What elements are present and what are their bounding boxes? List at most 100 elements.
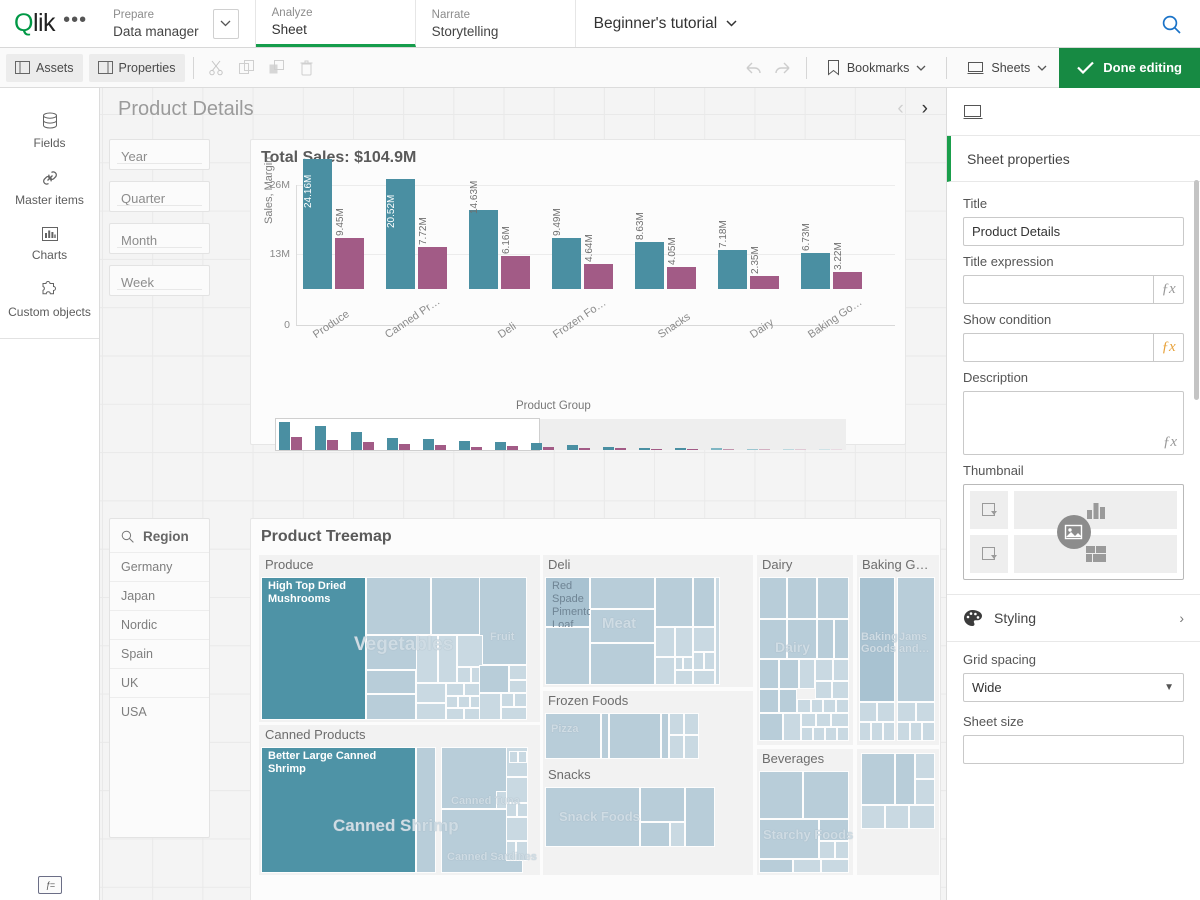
treemap-tile[interactable] (834, 619, 849, 659)
treemap-tile[interactable] (833, 659, 849, 681)
treemap-tile[interactable] (895, 753, 915, 805)
list-item[interactable]: UK (110, 668, 209, 697)
treemap-tile[interactable] (501, 693, 514, 707)
treemap-tile[interactable] (825, 727, 837, 741)
treemap-tile[interactable] (909, 805, 935, 829)
image-icon[interactable] (1057, 515, 1091, 549)
treemap-tile[interactable] (514, 693, 527, 707)
treemap-tile[interactable] (479, 693, 501, 720)
region-header[interactable]: Region (110, 519, 209, 552)
bar-margin-0[interactable] (335, 238, 364, 289)
treemap-tile[interactable] (683, 657, 693, 670)
treemap-tile[interactable] (675, 670, 693, 685)
treemap-tile[interactable] (816, 713, 831, 727)
treemap-tile[interactable] (518, 751, 527, 763)
treemap-tile[interactable] (693, 670, 715, 685)
treemap-tile[interactable] (446, 696, 458, 708)
treemap-tile[interactable] (915, 753, 935, 779)
treemap-tile[interactable] (801, 713, 816, 727)
treemap-tile[interactable] (675, 627, 693, 657)
treemap-tile[interactable] (715, 577, 720, 685)
sheets-dropdown[interactable]: Sheets (955, 48, 1059, 88)
expression-editor-icon[interactable]: ƒ= (38, 876, 62, 894)
styling-row[interactable]: Styling › (947, 594, 1200, 642)
treemap-tile[interactable] (817, 577, 849, 619)
app-name-dropdown[interactable]: Beginner's tutorial (576, 0, 756, 47)
properties-button[interactable]: Properties (89, 54, 185, 82)
show-condition-input[interactable] (963, 333, 1153, 362)
treemap-tile[interactable] (693, 627, 715, 652)
treemap-tile[interactable] (693, 652, 704, 670)
treemap-tile[interactable] (759, 659, 779, 689)
treemap-tile[interactable] (832, 681, 849, 699)
treemap-tile[interactable] (590, 643, 655, 685)
treemap-tile[interactable] (479, 665, 509, 693)
sidebar-item-master-items[interactable]: Master items (0, 159, 99, 216)
treemap-tile[interactable] (831, 713, 849, 727)
treemap-tile[interactable] (366, 577, 431, 635)
chevron-right-icon[interactable]: › (922, 98, 928, 120)
treemap-tile[interactable] (509, 680, 527, 693)
treemap-tile[interactable] (458, 696, 470, 708)
chart-scrollbar[interactable] (275, 419, 846, 450)
thumbnail-preview[interactable] (963, 484, 1184, 580)
bar-margin-3[interactable] (584, 264, 613, 289)
search-icon[interactable] (1156, 9, 1186, 39)
nav-prepare[interactable]: Prepare Data manager (97, 0, 256, 47)
treemap-tile[interactable] (803, 771, 849, 819)
treemap-tile[interactable] (661, 713, 669, 759)
bar-margin-4[interactable] (667, 267, 696, 289)
treemap-tile[interactable] (787, 577, 817, 619)
treemap-tile[interactable] (366, 694, 416, 720)
scissors-icon[interactable] (202, 54, 232, 82)
treemap-tile[interactable] (922, 722, 935, 741)
sidebar-item-charts[interactable]: Charts (0, 216, 99, 271)
treemap-tile[interactable] (416, 747, 436, 873)
treemap-tile[interactable] (684, 713, 699, 735)
treemap-tile[interactable] (813, 727, 825, 741)
title-input[interactable] (963, 217, 1184, 246)
list-item[interactable]: USA (110, 697, 209, 726)
bar-sales-3[interactable] (552, 238, 581, 289)
treemap-tile[interactable] (885, 805, 909, 829)
treemap-tile[interactable] (506, 817, 528, 841)
treemap-tile[interactable] (759, 859, 793, 873)
treemap-tile[interactable] (601, 713, 609, 759)
copy-icon[interactable] (232, 54, 262, 82)
treemap-tile[interactable] (693, 577, 715, 627)
chevron-left-icon[interactable]: ‹ (897, 98, 903, 120)
treemap-tile[interactable] (431, 577, 483, 635)
treemap-tile[interactable] (815, 681, 832, 699)
bar-margin-6[interactable] (833, 272, 862, 289)
bar-sales-4[interactable] (635, 242, 664, 289)
treemap-tile[interactable] (590, 577, 655, 609)
title-expression-input[interactable] (963, 275, 1153, 304)
bar-sales-2[interactable] (469, 210, 498, 289)
treemap-tile[interactable] (501, 707, 527, 720)
list-item[interactable]: Spain (110, 639, 209, 668)
treemap-tile[interactable] (877, 702, 895, 722)
treemap-tile[interactable] (684, 735, 699, 759)
treemap-tile[interactable] (446, 683, 464, 696)
bar-sales-6[interactable] (801, 253, 830, 289)
sheet-size-select[interactable] (963, 735, 1184, 764)
treemap-tile[interactable] (815, 659, 833, 681)
treemap-tile[interactable] (823, 699, 836, 713)
treemap-tile[interactable] (835, 841, 849, 859)
treemap-tile[interactable] (797, 699, 811, 713)
treemap-tile[interactable] (793, 859, 821, 873)
nav-narrate[interactable]: Narrate Storytelling (416, 0, 576, 47)
treemap-tile[interactable] (479, 577, 527, 665)
treemap-tile[interactable] (861, 805, 885, 829)
show-condition-fx-button[interactable]: ƒx (1153, 333, 1184, 362)
treemap-tile[interactable] (837, 727, 849, 741)
treemap-tile[interactable] (704, 652, 715, 670)
treemap-tile[interactable] (759, 577, 787, 619)
treemap-tile[interactable] (509, 751, 518, 763)
treemap-tile[interactable] (609, 713, 661, 759)
treemap-tile[interactable] (670, 822, 685, 847)
treemap-tile[interactable] (801, 727, 813, 741)
treemap-tile[interactable] (640, 822, 670, 847)
treemap-tile[interactable] (915, 779, 935, 805)
treemap-tile[interactable] (783, 713, 801, 741)
